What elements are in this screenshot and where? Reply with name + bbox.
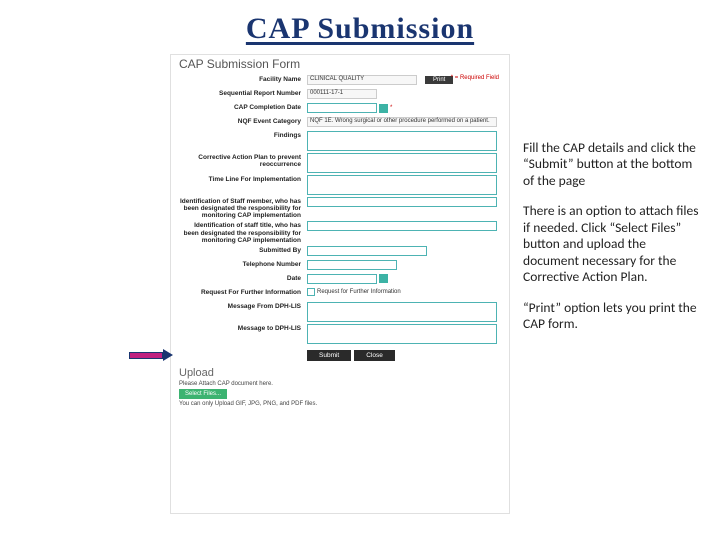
row-date: Date xyxy=(179,274,501,286)
row-staff-member: Identification of Staff member, who has … xyxy=(179,197,501,219)
label-req-info: Request For Further Information xyxy=(179,288,307,296)
staff-title-input[interactable] xyxy=(307,221,497,231)
row-msg-to: Message to DPH-LIS xyxy=(179,324,501,344)
row-seq: Sequential Report Number 000111-17-1 xyxy=(179,89,501,101)
label-seq: Sequential Report Number xyxy=(179,89,307,97)
row-msg-from: Message From DPH-LIS xyxy=(179,302,501,322)
action-row: Submit Close xyxy=(179,350,501,361)
label-staff-member: Identification of Staff member, who has … xyxy=(179,197,307,219)
row-submitted-by: Submitted By xyxy=(179,246,501,258)
label-facility: Facility Name xyxy=(179,75,307,83)
label-findings: Findings xyxy=(179,131,307,139)
label-telephone: Telephone Number xyxy=(179,260,307,268)
row-timeline: Time Line For Implementation xyxy=(179,175,501,195)
form-heading: CAP Submission Form xyxy=(171,55,509,73)
label-date: Date xyxy=(179,274,307,282)
req-info-checkbox[interactable] xyxy=(307,288,315,296)
label-msg-to: Message to DPH-LIS xyxy=(179,324,307,332)
close-button[interactable]: Close xyxy=(354,350,395,361)
row-telephone: Telephone Number xyxy=(179,260,501,272)
arrow-annotation xyxy=(129,349,174,361)
required-star: * xyxy=(390,105,392,111)
calendar-icon[interactable] xyxy=(379,104,388,113)
instruction-sidebar: Fill the CAP details and click the “Subm… xyxy=(523,140,703,347)
label-nqf: NQF Event Category xyxy=(179,117,307,125)
row-findings: Findings xyxy=(179,131,501,151)
staff-member-input[interactable] xyxy=(307,197,497,207)
label-timeline: Time Line For Implementation xyxy=(179,175,307,183)
row-staff-title: Identification of staff title, who has b… xyxy=(179,221,501,243)
date-input[interactable] xyxy=(307,274,377,284)
required-note: * = Required Field xyxy=(451,75,499,81)
upload-heading: Upload xyxy=(179,367,501,379)
label-submitted-by: Submitted By xyxy=(179,246,307,254)
upload-filetype-note: You can only Upload GIF, JPG, PNG, and P… xyxy=(179,401,501,407)
req-info-check-label: Request for Further Information xyxy=(317,289,401,295)
label-msg-from: Message From DPH-LIS xyxy=(179,302,307,310)
row-req-info: Request For Further Information Request … xyxy=(179,288,501,300)
instruction-p2: There is an option to attach files if ne… xyxy=(523,203,703,285)
label-cap-plan: Corrective Action Plan to prevent reoccu… xyxy=(179,153,307,168)
msg-to-textarea[interactable] xyxy=(307,324,497,344)
slide-title: CAP Submission xyxy=(0,0,720,46)
upload-section: Upload Please Attach CAP document here. … xyxy=(171,365,509,411)
msg-from-textarea[interactable] xyxy=(307,302,497,322)
label-staff-title: Identification of staff title, who has b… xyxy=(179,221,307,243)
row-completion: CAP Completion Date * xyxy=(179,103,501,115)
facility-field: CLINICAL QUALITY xyxy=(307,75,417,85)
nqf-field: NQF 1E. Wrong surgical or other procedur… xyxy=(307,117,497,127)
instruction-p3: “Print” option lets you print the CAP fo… xyxy=(523,300,703,333)
instruction-p1: Fill the CAP details and click the “Subm… xyxy=(523,140,703,189)
form-screenshot: CAP Submission Form * = Required Field F… xyxy=(170,54,510,514)
seq-field: 000111-17-1 xyxy=(307,89,377,99)
row-nqf: NQF Event Category NQF 1E. Wrong surgica… xyxy=(179,117,501,129)
row-cap-plan: Corrective Action Plan to prevent reoccu… xyxy=(179,153,501,173)
submitted-by-input[interactable] xyxy=(307,246,427,256)
cap-plan-textarea[interactable] xyxy=(307,153,497,173)
findings-textarea[interactable] xyxy=(307,131,497,151)
timeline-textarea[interactable] xyxy=(307,175,497,195)
upload-instruction: Please Attach CAP document here. xyxy=(179,381,501,387)
select-files-button[interactable]: Select Files... xyxy=(179,389,227,399)
label-completion: CAP Completion Date xyxy=(179,103,307,111)
calendar-icon[interactable] xyxy=(379,274,388,283)
print-button[interactable]: Print xyxy=(425,76,453,84)
form-body: Facility Name CLINICAL QUALITY Print Seq… xyxy=(171,75,509,361)
completion-date-input[interactable] xyxy=(307,103,377,113)
submit-button[interactable]: Submit xyxy=(307,350,351,361)
telephone-input[interactable] xyxy=(307,260,397,270)
